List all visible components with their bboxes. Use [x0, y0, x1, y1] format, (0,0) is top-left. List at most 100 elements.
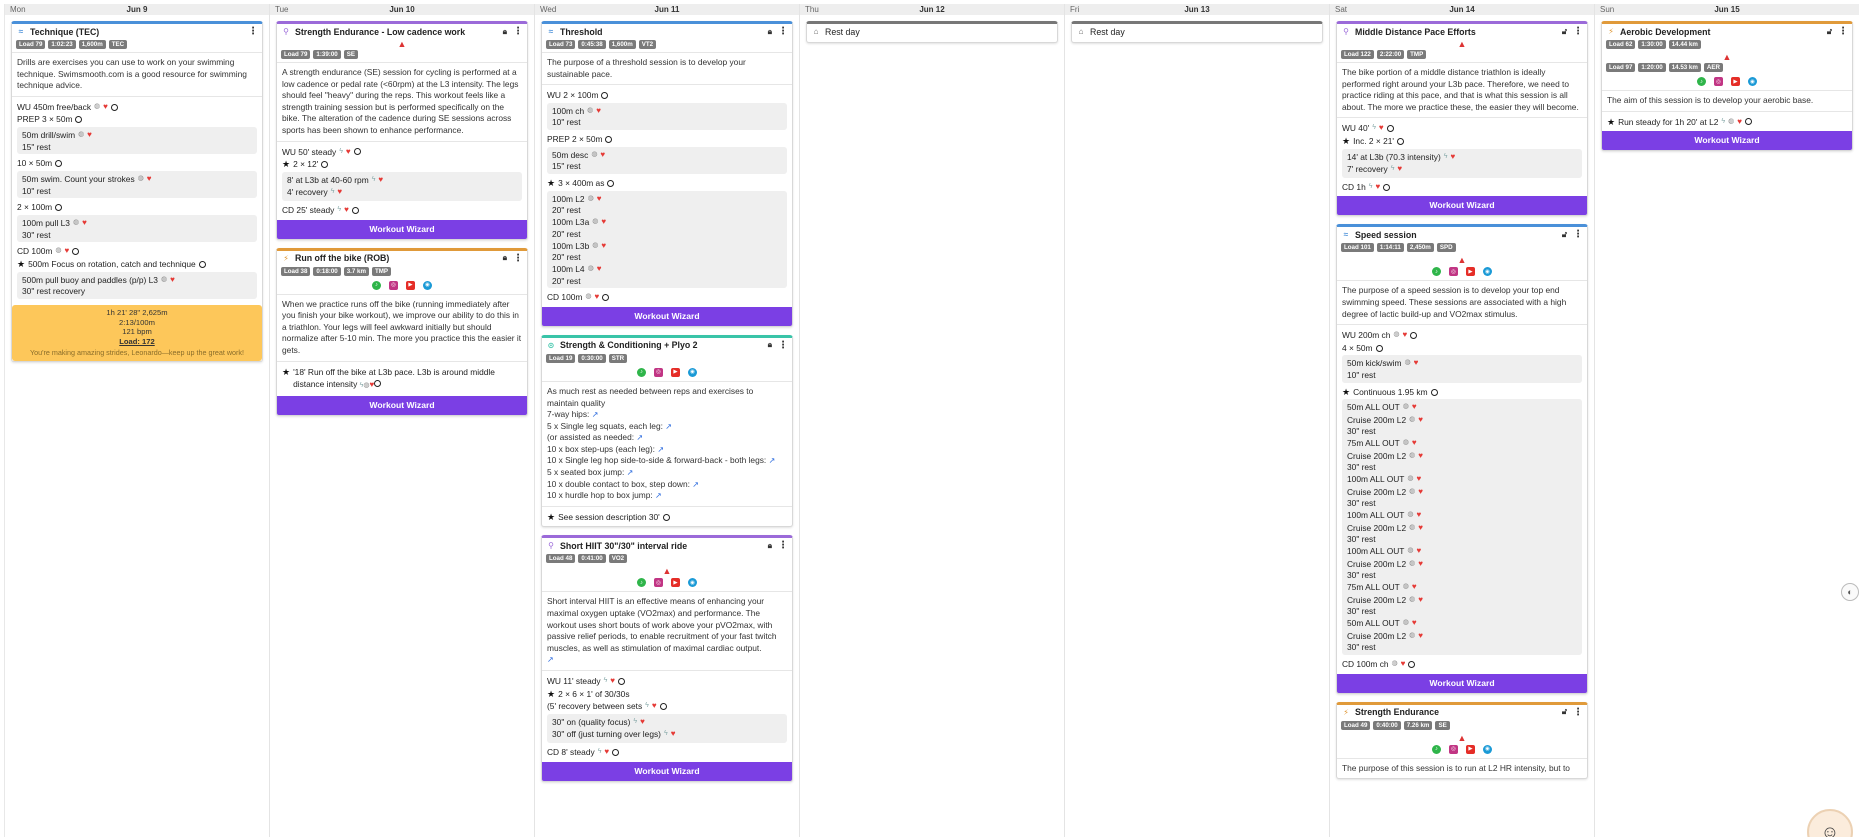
workout-card-strength-conditioning[interactable]: ⊙ Strength & Conditioning + Plyo 2 🔒︎ ⋮ …: [541, 334, 793, 528]
podcast-icon[interactable]: ◉: [423, 280, 432, 290]
rest-day-card[interactable]: ⌂ Rest day: [806, 21, 1058, 43]
workout-wizard-button[interactable]: Workout Wizard: [1602, 131, 1852, 151]
power-icon: ϟ: [1390, 165, 1395, 173]
rest-day-card[interactable]: ⌂ Rest day: [1071, 21, 1323, 43]
instagram-icon[interactable]: ◎: [1714, 77, 1723, 86]
podcast-icon[interactable]: ◉: [1483, 744, 1492, 754]
workout-wizard-button[interactable]: Workout Wizard: [542, 761, 792, 781]
badge: Load 48: [546, 554, 576, 564]
workout-steps: WU 50' steady ϟ ♥ ★ 2 × 12' 8' at L3b at 40…: [277, 140, 527, 220]
podcast-icon[interactable]: ◉: [688, 367, 697, 377]
step-text: 2 × 12': [293, 159, 319, 170]
spotify-icon[interactable]: ♪: [372, 280, 381, 290]
unlock-icon[interactable]: 🔓︎: [1562, 230, 1567, 240]
workout-card-strength-endurance-bike[interactable]: ⚲ Strength Endurance - Low cadence work …: [276, 21, 528, 240]
unlock-icon[interactable]: 🔓︎: [1562, 27, 1567, 37]
spotify-icon[interactable]: ♪: [637, 367, 646, 377]
workout-card-technique[interactable]: ≈ Technique (TEC) ⋮ Load 79 1:02:23 1,60…: [11, 21, 263, 362]
encouragement-text: You're making amazing strides, Leonardo—…: [29, 348, 245, 358]
workout-card-speed-session[interactable]: ≈ Speed session 🔓︎ ⋮ Load 101 1:14:11 2,…: [1336, 224, 1588, 694]
spotify-icon[interactable]: ♪: [1432, 744, 1441, 754]
external-link-icon[interactable]: ↗: [547, 655, 554, 664]
instagram-icon[interactable]: ◎: [1449, 267, 1458, 277]
kebab-menu-icon[interactable]: ⋮: [513, 253, 523, 264]
workout-wizard-button[interactable]: Workout Wizard: [1337, 673, 1587, 693]
podcast-icon[interactable]: ◉: [1483, 267, 1492, 277]
workout-card-short-hiit[interactable]: ⚲ Short HIIT 30"/30" interval ride 🔒︎ ⋮ …: [541, 535, 793, 782]
kebab-menu-icon[interactable]: ⋮: [1838, 26, 1848, 37]
clock-icon: [1408, 660, 1416, 668]
step-text: 100m ALL OUT: [1347, 474, 1405, 485]
external-link-icon[interactable]: ↗: [655, 491, 662, 500]
podcast-icon[interactable]: ◉: [688, 578, 697, 588]
badge: 2:22:00: [1376, 50, 1405, 59]
podcast-icon[interactable]: ◉: [1748, 77, 1757, 86]
lock-icon[interactable]: 🔒︎: [768, 340, 772, 350]
external-link-icon[interactable]: ↗: [692, 480, 699, 489]
kebab-menu-icon[interactable]: ⋮: [778, 540, 788, 551]
instagram-icon[interactable]: ◎: [654, 578, 663, 588]
spotify-icon[interactable]: ♪: [637, 578, 646, 588]
youtube-icon[interactable]: ▶: [671, 578, 680, 588]
step-group: 8' at L3b at 40-60 rpm ϟ ♥ 4' recovery ϟ ♥: [282, 171, 522, 201]
lock-icon[interactable]: 🔒︎: [503, 27, 507, 37]
workout-wizard-button[interactable]: Workout Wizard: [542, 306, 792, 326]
power-icon: ϟ: [597, 747, 602, 755]
lock-icon[interactable]: 🔒︎: [768, 541, 772, 551]
pool-icon: ◍: [587, 194, 594, 202]
clock-icon: [374, 380, 382, 388]
kebab-menu-icon[interactable]: ⋮: [248, 26, 258, 37]
external-link-icon[interactable]: ↗: [657, 445, 664, 454]
kebab-menu-icon[interactable]: ⋮: [778, 340, 788, 351]
workout-description: Drills are exercises you can use to work…: [12, 52, 262, 96]
workout-card-aerobic-development[interactable]: ⚡ Aerobic Development 🔓︎ ⋮ Load 62 1:30:…: [1601, 21, 1853, 152]
external-link-icon[interactable]: ↗: [665, 422, 672, 431]
lock-icon[interactable]: 🔒︎: [503, 253, 507, 263]
kebab-menu-icon[interactable]: ⋮: [513, 26, 523, 37]
kebab-menu-icon[interactable]: ⋮: [778, 26, 788, 37]
workout-card-middle-distance[interactable]: ⚲ Middle Distance Pace Efforts 🔓︎ ⋮ ▲ Lo…: [1336, 21, 1588, 217]
unlock-icon[interactable]: 🔓︎: [1827, 27, 1832, 37]
step-text: 30" rest recovery: [22, 286, 86, 297]
side-panel-toggle-icon[interactable]: ◐: [1841, 583, 1859, 601]
workout-wizard-button[interactable]: Workout Wizard: [277, 395, 527, 415]
step-text: 4 × 50m: [1342, 342, 1373, 353]
youtube-icon[interactable]: ▶: [406, 280, 415, 290]
instagram-icon[interactable]: ◎: [1449, 744, 1458, 754]
instagram-icon[interactable]: ◎: [654, 367, 663, 377]
kebab-menu-icon[interactable]: ⋮: [1573, 26, 1583, 37]
workout-wizard-button[interactable]: Workout Wizard: [1337, 196, 1587, 216]
kebab-menu-icon[interactable]: ⋮: [1573, 707, 1583, 718]
heart-icon: ♥: [1418, 594, 1423, 604]
external-link-icon[interactable]: ↗: [592, 410, 599, 419]
instagram-icon[interactable]: ◎: [389, 280, 398, 290]
lock-icon[interactable]: 🔒︎: [768, 27, 772, 37]
workout-wizard-button[interactable]: Workout Wizard: [277, 219, 527, 239]
unlock-icon[interactable]: 🔓︎: [1562, 707, 1567, 717]
spotify-icon[interactable]: ♪: [1697, 77, 1706, 86]
workout-card-strength-endurance-run[interactable]: ⚡ Strength Endurance 🔓︎ ⋮ Load 49 0:40:0…: [1336, 701, 1588, 780]
workout-description: The purpose of a threshold session is to…: [542, 52, 792, 84]
step-text: 30" rest: [22, 229, 51, 240]
workout-description: A strength endurance (SE) session for cy…: [277, 62, 527, 141]
workout-card-run-off-bike[interactable]: ⚡ Run off the bike (ROB) 🔒︎ ⋮ Load 38 0:…: [276, 247, 528, 416]
youtube-icon[interactable]: ▶: [1466, 267, 1475, 277]
heart-icon: ♥: [146, 173, 152, 183]
coach-avatar[interactable]: ☺: [1807, 809, 1853, 837]
youtube-icon[interactable]: ▶: [1731, 77, 1740, 86]
external-link-icon[interactable]: ↗: [627, 468, 634, 477]
external-link-icon[interactable]: ↗: [769, 456, 776, 465]
kebab-menu-icon[interactable]: ⋮: [1573, 229, 1583, 240]
workout-card-threshold[interactable]: ≈ Threshold 🔒︎ ⋮ Load 73 0:45:38 1,600m …: [541, 21, 793, 327]
step: ★ 500m Focus on rotation, catch and techn…: [17, 258, 257, 271]
pool-icon: ◍: [1409, 559, 1416, 567]
step: WU 450m free/back ◍ ♥: [17, 101, 257, 114]
heart-icon: ♥: [103, 101, 108, 111]
youtube-icon[interactable]: ▶: [1466, 744, 1475, 754]
heart-icon: ♥: [601, 217, 607, 227]
youtube-icon[interactable]: ▶: [671, 367, 680, 377]
clock-icon: [662, 513, 670, 521]
spotify-icon[interactable]: ♪: [1432, 267, 1441, 277]
badge: 7.26 km: [1403, 720, 1433, 730]
external-link-icon[interactable]: ↗: [636, 433, 643, 442]
